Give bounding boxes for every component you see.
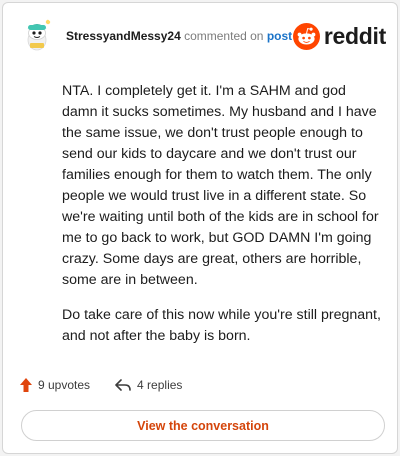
reply-arrow-icon bbox=[114, 378, 132, 392]
reddit-wordmark: reddit bbox=[323, 22, 386, 49]
reddit-logo-icon bbox=[292, 22, 320, 50]
comment-header: StressyandMessy24 commented on post redd… bbox=[18, 16, 386, 56]
upvote-button[interactable]: 9 upvotes bbox=[19, 377, 90, 393]
reddit-brand[interactable]: reddit bbox=[292, 22, 386, 50]
upvote-arrow-icon bbox=[19, 377, 33, 393]
snoo-avatar-icon bbox=[18, 16, 56, 54]
comment-body: NTA. I completely get it. I'm a SAHM and… bbox=[62, 81, 384, 361]
comment-byline: StressyandMessy24 commented on post bbox=[66, 28, 292, 44]
comment-paragraph: Do take care of this now while you're st… bbox=[62, 307, 381, 344]
user-avatar[interactable] bbox=[18, 16, 56, 54]
upvote-count: 9 upvotes bbox=[38, 378, 91, 392]
replies-button[interactable]: 4 replies bbox=[114, 378, 182, 392]
comment-card: StressyandMessy24 commented on post redd… bbox=[2, 2, 398, 454]
comment-paragraph: NTA. I completely get it. I'm a SAHM and… bbox=[62, 83, 379, 288]
commented-on-text: commented on bbox=[184, 29, 264, 43]
comment-actions: 9 upvotes 4 replies bbox=[19, 375, 182, 395]
post-link[interactable]: post bbox=[267, 29, 292, 43]
reply-count: 4 replies bbox=[137, 378, 183, 392]
view-conversation-button[interactable]: View the conversation bbox=[21, 410, 385, 441]
username[interactable]: StressyandMessy24 bbox=[66, 29, 181, 43]
